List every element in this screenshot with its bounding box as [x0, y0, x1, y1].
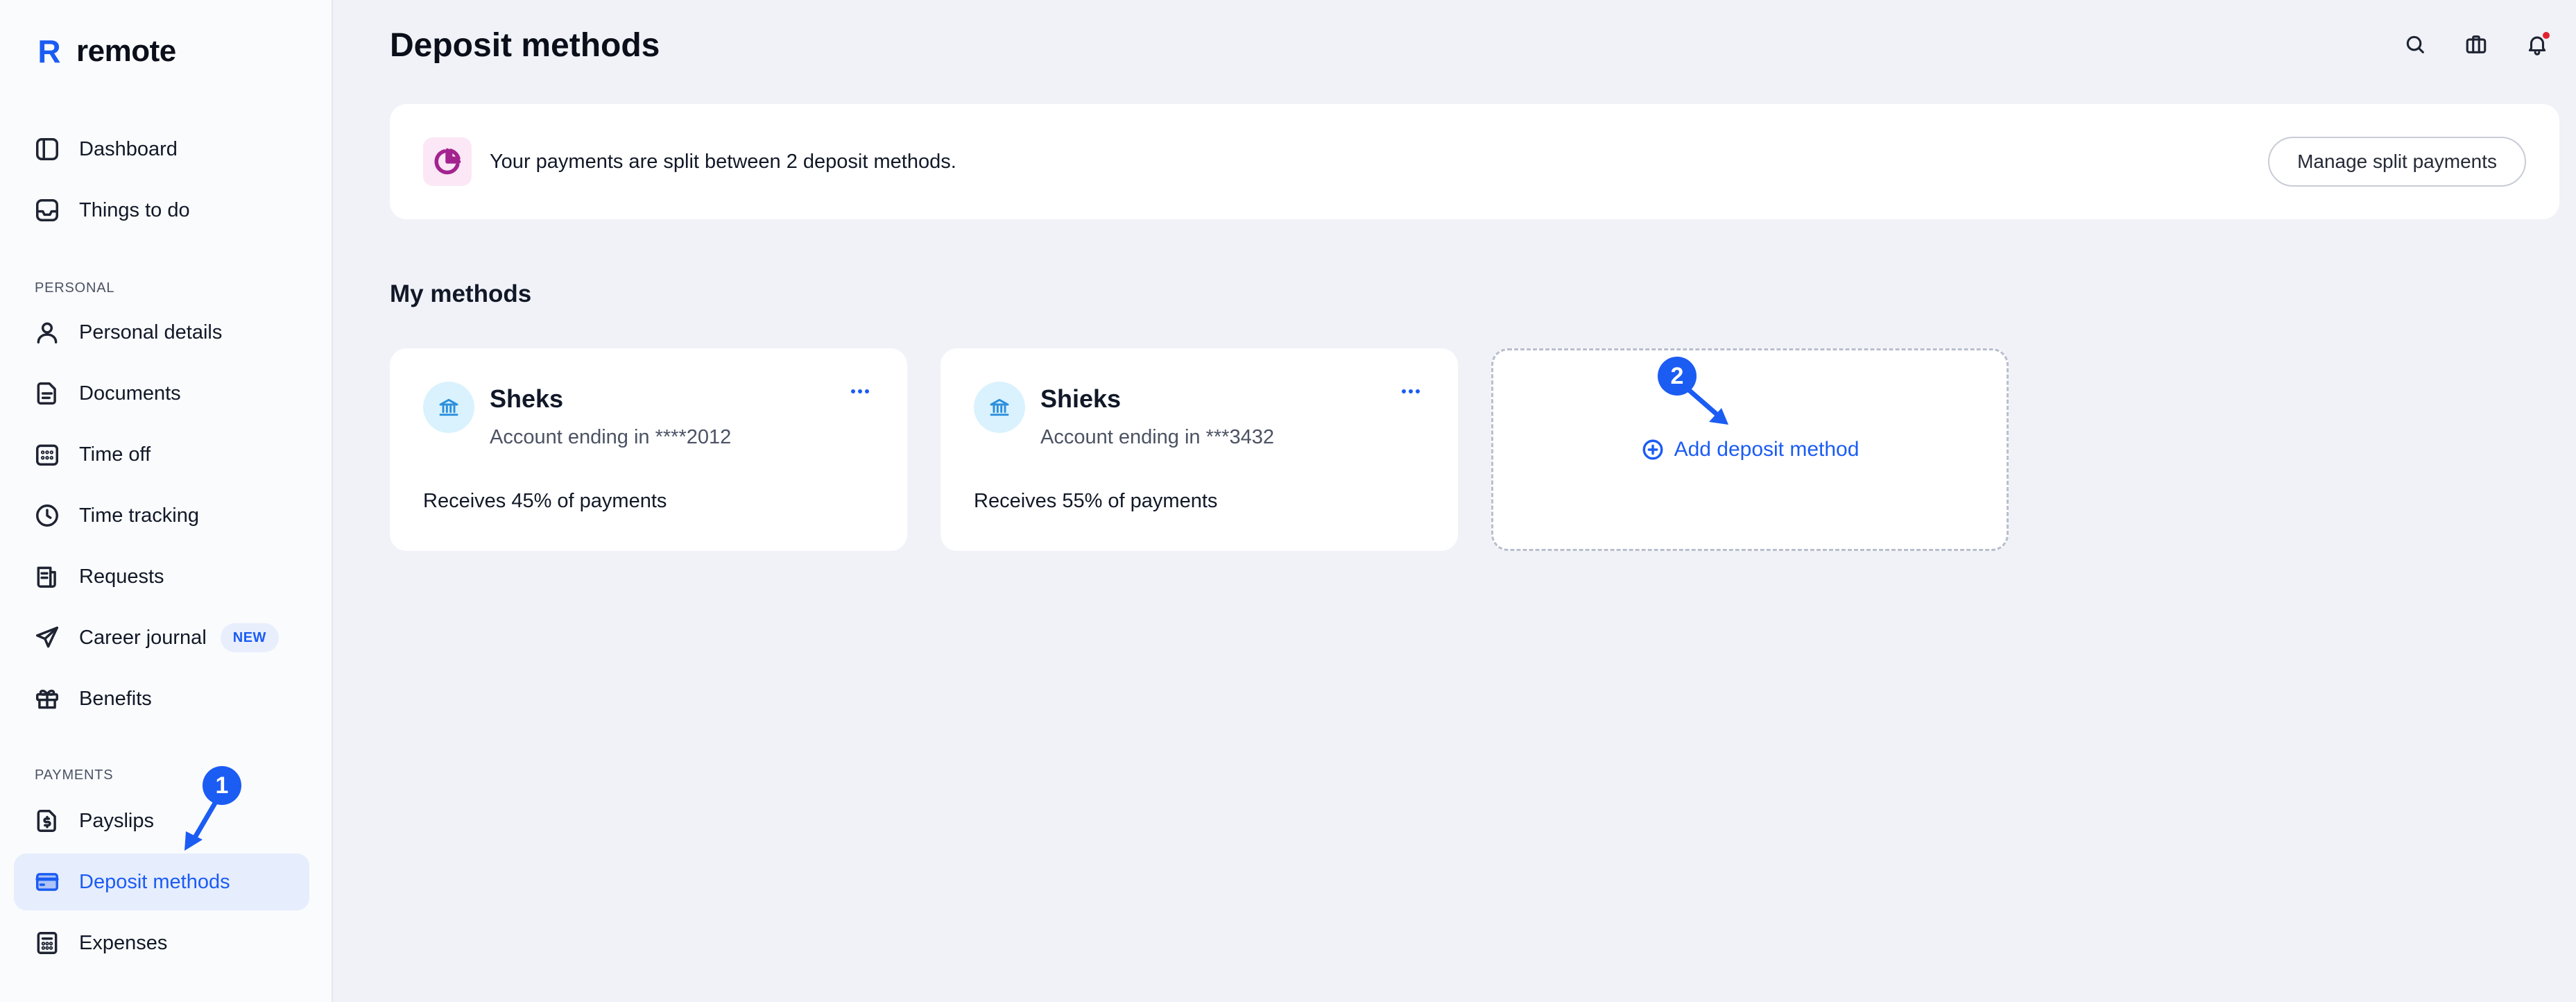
deposit-method-card[interactable]: Sheks Account ending in ****2012 Receive…	[390, 348, 907, 551]
sidebar: R remote Dashboard Things to do PERSONAL…	[0, 0, 333, 1002]
sidebar-item-dashboard[interactable]: Dashboard	[14, 121, 309, 178]
document-icon	[33, 380, 61, 407]
sidebar-item-expenses[interactable]: Expenses	[14, 915, 309, 971]
card-icon	[33, 868, 61, 896]
sidebar-item-label: Documents	[79, 382, 181, 405]
add-deposit-method-button[interactable]: Add deposit method	[1641, 438, 1860, 461]
sidebar-item-label: Benefits	[79, 687, 152, 710]
logo[interactable]: R remote	[33, 33, 176, 69]
top-toolbar	[2401, 31, 2551, 58]
calendar-icon	[33, 441, 61, 468]
method-share: Receives 55% of payments	[974, 490, 1218, 512]
sidebar-item-label: Dashboard	[79, 137, 178, 160]
section-label-personal: PERSONAL	[35, 280, 115, 296]
sidebar-item-personal-details[interactable]: Personal details	[14, 304, 309, 361]
sidebar-item-label: Things to do	[79, 198, 190, 221]
sidebar-item-label: Requests	[79, 565, 164, 588]
bank-icon	[974, 382, 1025, 433]
user-icon	[33, 319, 61, 346]
inbox-icon	[33, 196, 61, 224]
my-methods-title: My methods	[390, 280, 532, 307]
sidebar-item-label: Time tracking	[79, 504, 199, 527]
method-account: Account ending in ***3432	[1040, 426, 1274, 448]
sidebar-item-benefits[interactable]: Benefits	[14, 670, 309, 727]
new-badge: NEW	[220, 623, 279, 652]
step-1-arrow-icon	[184, 798, 219, 851]
gift-icon	[33, 685, 61, 713]
split-banner-text: Your payments are split between 2 deposi…	[490, 150, 956, 173]
deposit-method-card[interactable]: Shieks Account ending in ***3432 Receive…	[941, 348, 1458, 551]
more-options-icon[interactable]	[846, 377, 874, 405]
split-payments-banner: Your payments are split between 2 deposi…	[390, 104, 2559, 219]
step-2-arrow-icon	[1681, 383, 1728, 425]
bank-icon	[423, 382, 474, 433]
more-options-icon[interactable]	[1397, 377, 1425, 405]
sidebar-item-things-to-do[interactable]: Things to do	[14, 182, 309, 239]
sidebar-item-documents[interactable]: Documents	[14, 365, 309, 422]
remote-logo-icon: R	[37, 33, 61, 69]
sidebar-item-label: Time off	[79, 443, 151, 466]
sidebar-item-deposit-methods[interactable]: Deposit methods	[14, 854, 309, 910]
sidebar-item-label: Deposit methods	[79, 870, 230, 893]
sidebar-item-label: Career journal	[79, 626, 207, 649]
sidebar-item-time-tracking[interactable]: Time tracking	[14, 487, 309, 544]
sidebar-item-career-journal[interactable]: Career journal NEW	[14, 609, 309, 666]
pie-chart-icon	[423, 137, 472, 186]
method-name: Sheks	[490, 384, 564, 413]
sidebar-item-requests[interactable]: Requests	[14, 548, 309, 605]
sidebar-item-label: Expenses	[79, 931, 168, 954]
sidebar-item-payslips[interactable]: Payslips	[14, 792, 309, 849]
briefcase-icon[interactable]	[2462, 31, 2490, 58]
sidebar-item-label: Personal details	[79, 321, 223, 343]
logo-text: remote	[76, 34, 176, 68]
page-title: Deposit methods	[390, 27, 660, 64]
payslip-icon	[33, 807, 61, 835]
sidebar-panel-icon	[33, 135, 61, 163]
sidebar-item-time-off[interactable]: Time off	[14, 426, 309, 483]
notification-dot	[2543, 32, 2550, 39]
add-deposit-method-card[interactable]: Add deposit method	[1491, 348, 2009, 551]
requests-icon	[33, 563, 61, 591]
method-account: Account ending in ****2012	[490, 426, 732, 448]
add-deposit-method-label: Add deposit method	[1674, 438, 1860, 461]
sidebar-item-label: Payslips	[79, 809, 154, 832]
clock-icon	[33, 502, 61, 529]
search-icon[interactable]	[2401, 31, 2429, 58]
section-label-payments: PAYMENTS	[35, 767, 114, 783]
paper-plane-icon	[33, 624, 61, 652]
method-share: Receives 45% of payments	[423, 490, 667, 512]
receipt-icon	[33, 929, 61, 957]
method-name: Shieks	[1040, 384, 1122, 413]
manage-split-payments-button[interactable]: Manage split payments	[2268, 137, 2526, 187]
bell-icon[interactable]	[2523, 31, 2551, 58]
plus-circle-icon	[1642, 439, 1663, 460]
